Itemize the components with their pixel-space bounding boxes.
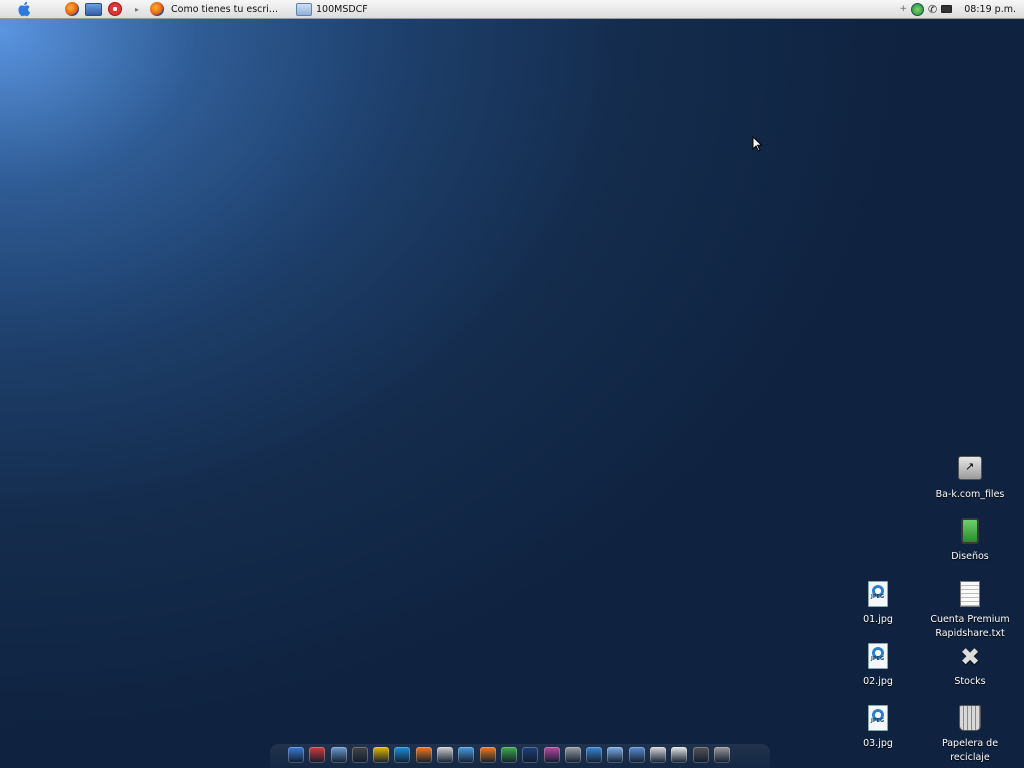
chrome-icon[interactable]	[500, 747, 517, 763]
desktop-icon-ba-k-files[interactable]: Ba-k.com_files	[925, 456, 1015, 502]
desktop-icon-label: Cuenta Premium Rapidshare.txt	[930, 614, 1010, 639]
firefox-icon[interactable]	[479, 747, 496, 763]
mouse-cursor-icon	[752, 136, 763, 152]
plus-icon[interactable]: +	[900, 4, 908, 14]
menu-bar: ▸ Como tienes tu escri... 100MSDCF + ✆ 0…	[0, 0, 1024, 19]
desktop-icon-disenos[interactable]: Diseños	[925, 518, 1015, 564]
jpeg-file-icon	[868, 643, 888, 669]
pda-icon	[961, 518, 979, 544]
drive-icon[interactable]	[437, 747, 454, 763]
text-file-icon	[960, 581, 980, 607]
window-icon[interactable]	[85, 2, 102, 16]
separator-arrow-icon: ▸	[135, 4, 140, 14]
camera-icon[interactable]	[351, 747, 368, 763]
flag-icon[interactable]	[692, 747, 709, 763]
desktop-icon-label: 03.jpg	[863, 738, 893, 749]
desktop-icon-label: Papelera de reciclaje	[941, 738, 999, 763]
desktop-icon-label: 01.jpg	[863, 614, 893, 625]
firefox-icon	[150, 2, 165, 16]
printer-icon[interactable]	[564, 747, 581, 763]
jpeg-file-icon	[868, 705, 888, 731]
taskbar-item-firefox[interactable]: Como tienes tu escri...	[147, 2, 278, 16]
equalizer-icon[interactable]	[543, 747, 560, 763]
finder-icon[interactable]	[288, 747, 304, 763]
dock-items	[288, 747, 735, 763]
tools-icon: ✖	[959, 643, 981, 671]
clock[interactable]: 08:19 p.m.	[964, 4, 1016, 15]
desktop-icon-02-jpg[interactable]: 02.jpg	[833, 643, 923, 689]
desktop-icon-cuenta-premium[interactable]: Cuenta Premium Rapidshare.txt	[925, 581, 1015, 641]
trash-icon[interactable]	[713, 747, 730, 763]
monitor-icon[interactable]	[586, 747, 603, 763]
window-icon[interactable]	[607, 747, 624, 763]
mac-icon[interactable]	[628, 747, 645, 763]
trash-icon	[959, 705, 981, 731]
notes-icon[interactable]	[671, 747, 688, 763]
desktop-icon-03-jpg[interactable]: 03.jpg	[833, 705, 923, 751]
desktop-icon-papelera[interactable]: Papelera de reciclaje	[925, 705, 1015, 765]
system-tray: + ✆ 08:19 p.m.	[898, 2, 1016, 16]
task-label: Como tienes tu escri...	[171, 3, 278, 15]
contacts-icon[interactable]	[458, 747, 475, 763]
desktop-icon-label: Stocks	[954, 676, 986, 687]
battery-icon[interactable]	[941, 5, 953, 13]
phone-icon[interactable]: ✆	[928, 3, 937, 16]
messenger-icon[interactable]	[394, 747, 411, 763]
desktop-icon-label: Diseños	[951, 551, 989, 562]
desktop-icon-label: Ba-k.com_files	[935, 489, 1005, 500]
desktop-icon-01-jpg[interactable]: 01.jpg	[833, 581, 923, 627]
keys-icon[interactable]	[373, 747, 390, 763]
photos-icon[interactable]	[330, 747, 347, 763]
drive-shortcut-icon	[958, 456, 982, 480]
terminal-icon[interactable]	[650, 747, 667, 763]
photoshop-icon[interactable]	[522, 747, 539, 763]
folder-icon	[295, 2, 312, 16]
globe-icon[interactable]	[911, 2, 925, 16]
desktop-icon-label: 02.jpg	[863, 676, 893, 687]
taskbar-item-folder[interactable]: 100MSDCF	[295, 2, 368, 16]
mail-icon[interactable]	[309, 747, 326, 763]
task-label: 100MSDCF	[315, 3, 368, 15]
jpeg-file-icon	[868, 581, 888, 607]
stop-icon[interactable]	[108, 2, 122, 16]
apple-icon[interactable]	[16, 0, 34, 18]
firefox-icon[interactable]	[65, 2, 79, 16]
burn-icon[interactable]	[415, 747, 432, 763]
desktop-icon-stocks[interactable]: ✖ Stocks	[925, 643, 1015, 689]
